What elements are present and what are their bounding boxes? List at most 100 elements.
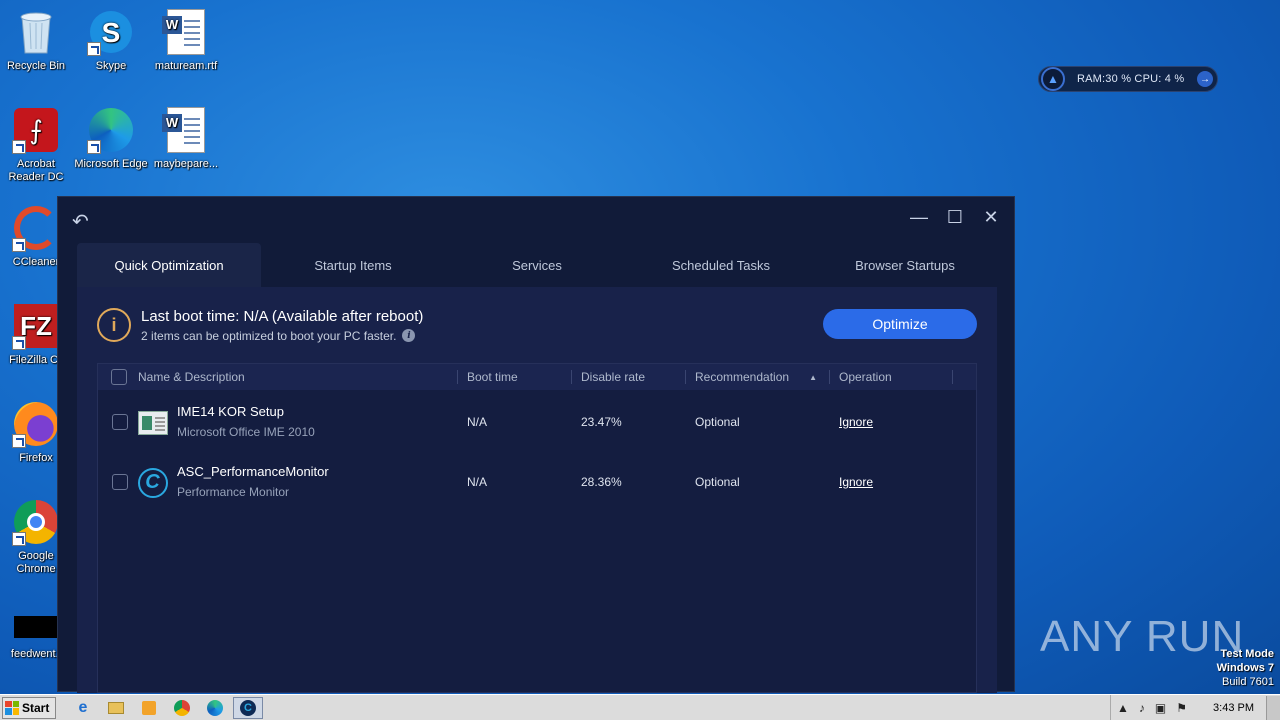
desktop-icon-label: maybepare... [153, 158, 219, 170]
file-icon [12, 610, 60, 644]
firefox-icon [12, 400, 60, 448]
anyrun-watermark: ANY RUN [1040, 612, 1245, 661]
chrome-icon [12, 498, 60, 546]
maximize-icon[interactable]: ☐ [942, 207, 968, 228]
word-document-icon: W [162, 106, 210, 154]
advanced-systemcare-icon: C [137, 467, 168, 498]
system-tray: ▲ ♪ ▣ ⚑ 3:43 PM [1110, 695, 1280, 720]
row-name: ASC_PerformanceMonitor [177, 464, 329, 479]
header-boot-time[interactable]: Boot time [467, 364, 518, 390]
table-header: Name & Description Boot time Disable rat… [98, 364, 976, 390]
acrobat-icon: ⨍ [12, 106, 60, 154]
row-recommendation: Optional [695, 415, 740, 429]
startup-table: Name & Description Boot time Disable rat… [97, 363, 977, 693]
table-row: C ASC_PerformanceMonitor Performance Mon… [98, 452, 976, 512]
start-button[interactable]: Start [2, 696, 56, 719]
desktop-icon-recycle-bin[interactable]: Recycle Bin [0, 8, 74, 73]
filezilla-icon: FZ [12, 302, 60, 350]
shortcut-arrow-icon [87, 42, 101, 56]
tab-scheduled-tasks[interactable]: Scheduled Tasks [629, 243, 813, 287]
test-mode-line: Test Mode [1220, 648, 1274, 660]
ignore-link[interactable]: Ignore [839, 475, 873, 489]
desktop-icon-skype[interactable]: S Skype [73, 8, 149, 73]
info-icon: i [97, 308, 131, 342]
row-checkbox[interactable] [112, 414, 128, 430]
back-icon[interactable]: ↶ [72, 209, 89, 234]
desktop-icon-edge[interactable]: Microsoft Edge [73, 106, 149, 171]
row-recommendation: Optional [695, 475, 740, 489]
row-checkbox[interactable] [112, 474, 128, 490]
table-row: IME14 KOR Setup Microsoft Office IME 201… [98, 392, 976, 452]
select-all-checkbox[interactable] [111, 369, 127, 385]
show-desktop-button[interactable] [1266, 696, 1280, 720]
app-window: ↶ — ☐ ✕ Quick Optimization Startup Items… [57, 196, 1015, 693]
desktop-icon-maybepare[interactable]: W maybepare... [148, 106, 224, 171]
chrome-taskbar-icon[interactable] [167, 697, 197, 719]
row-disable-rate: 23.47% [581, 415, 622, 429]
clock[interactable]: 3:43 PM [1213, 702, 1254, 714]
widget-stats: RAM:30 % CPU: 4 % [1077, 73, 1185, 85]
start-label: Start [22, 700, 50, 715]
quick-launch: e C [68, 696, 266, 719]
tab-startup-items[interactable]: Startup Items [261, 243, 445, 287]
edge-taskbar-icon[interactable] [200, 697, 230, 719]
boot-time-title: Last boot time: N/A (Available after reb… [141, 307, 424, 325]
performance-widget[interactable]: ▲ RAM:30 % CPU: 4 % → [1038, 66, 1218, 92]
show-hidden-icons-icon[interactable]: ▲ [1117, 701, 1129, 715]
optimize-summary-text: items can be optimized to boot your PC f… [147, 328, 397, 343]
build-line: Build 7601 [1222, 676, 1274, 688]
optimize-button[interactable]: Optimize [823, 309, 977, 339]
advanced-systemcare-taskbar-icon[interactable]: C [233, 696, 263, 719]
test-mode-notice: Test Mode Windows 7 Build 7601 [1217, 647, 1274, 689]
header-operation: Operation [839, 370, 892, 384]
windows-logo-icon [5, 700, 19, 715]
ignore-link[interactable]: Ignore [839, 415, 873, 429]
row-name: IME14 KOR Setup [177, 404, 284, 419]
word-document-icon: W [162, 8, 210, 56]
shortcut-arrow-icon [12, 238, 26, 252]
file-explorer-icon[interactable] [101, 697, 131, 719]
sort-ascending-icon: ▲ [809, 372, 817, 382]
volume-icon[interactable]: ♪ [1139, 701, 1145, 715]
row-description: Microsoft Office IME 2010 [177, 425, 315, 439]
arrow-right-icon[interactable]: → [1197, 71, 1213, 87]
edge-icon [87, 106, 135, 154]
desktop-icon-matuream[interactable]: W matuream.rtf [148, 8, 224, 73]
ime-setup-icon [137, 407, 168, 438]
shortcut-arrow-icon [87, 140, 101, 154]
close-icon[interactable]: ✕ [978, 207, 1004, 228]
header-recommendation-label: Recommendation [695, 370, 790, 384]
quick-optimization-panel: i Last boot time: N/A (Available after r… [77, 287, 997, 693]
header-name[interactable]: Name & Description [138, 364, 245, 390]
row-boot-time: N/A [467, 475, 488, 489]
desktop-icon-label: Recycle Bin [6, 60, 66, 72]
optimizable-count: 2 [141, 328, 148, 343]
internet-explorer-icon[interactable]: e [68, 697, 98, 719]
header-recommendation[interactable]: Recommendation ▲ [695, 364, 817, 390]
shortcut-arrow-icon [12, 336, 26, 350]
shortcut-arrow-icon [12, 532, 26, 546]
tab-quick-optimization[interactable]: Quick Optimization [77, 243, 261, 287]
action-center-flag-icon[interactable]: ⚑ [1176, 701, 1187, 715]
media-player-icon[interactable] [134, 697, 164, 719]
boot-info: i Last boot time: N/A (Available after r… [97, 305, 423, 345]
network-icon[interactable]: ▣ [1155, 701, 1166, 715]
row-boot-time: N/A [467, 415, 488, 429]
help-icon[interactable]: i [402, 329, 416, 342]
tab-browser-startups[interactable]: Browser Startups [813, 243, 997, 287]
tab-services[interactable]: Services [445, 243, 629, 287]
desktop-icon-label: matuream.rtf [154, 60, 218, 72]
skype-icon: S [87, 8, 135, 56]
desktop-icon-label: Microsoft Edge [74, 158, 148, 170]
minimize-icon[interactable]: — [906, 207, 932, 228]
ccleaner-icon [12, 204, 60, 252]
optimize-summary: 2 items can be optimized to boot your PC… [141, 329, 423, 343]
tab-bar: Quick Optimization Startup Items Service… [77, 243, 997, 287]
windows-version-line: Windows 7 [1216, 662, 1274, 674]
row-disable-rate: 28.36% [581, 475, 622, 489]
recycle-bin-icon [12, 8, 60, 56]
shortcut-arrow-icon [12, 434, 26, 448]
header-disable-rate[interactable]: Disable rate [581, 364, 645, 390]
desktop-icon-label: Skype [95, 60, 127, 72]
desktop-icon-acrobat[interactable]: ⨍ Acrobat Reader DC [0, 106, 74, 184]
